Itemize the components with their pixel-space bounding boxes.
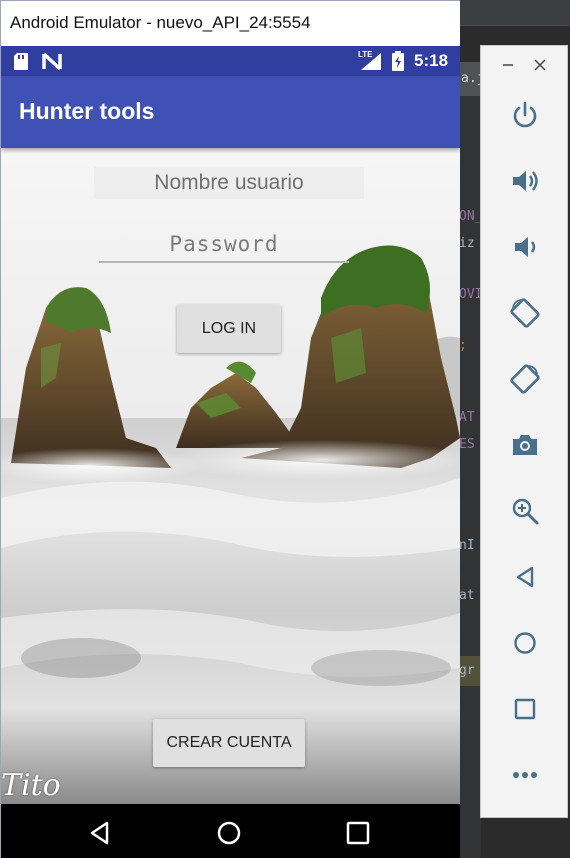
camera-icon[interactable] bbox=[500, 420, 550, 470]
close-icon[interactable] bbox=[529, 54, 551, 76]
zoom-icon[interactable] bbox=[500, 486, 550, 536]
emulator-title-bar[interactable]: Android Emulator - nuevo_API_24:5554 bbox=[1, 1, 460, 46]
back-icon[interactable] bbox=[500, 552, 550, 602]
ide-code-line: ES bbox=[459, 437, 475, 452]
photo-watermark: Tito bbox=[1, 768, 61, 803]
power-icon[interactable] bbox=[500, 90, 550, 140]
nav-back-icon[interactable] bbox=[87, 820, 113, 851]
rotate-right-icon[interactable] bbox=[500, 354, 550, 404]
sd-card-icon bbox=[14, 53, 28, 75]
more-icon[interactable] bbox=[500, 750, 550, 800]
volume-up-icon[interactable] bbox=[500, 156, 550, 206]
app-title: Hunter tools bbox=[19, 98, 155, 124]
nav-home-icon[interactable] bbox=[216, 820, 242, 851]
login-screen: Nombre usuario Password LOG IN CREAR CUE… bbox=[1, 148, 460, 804]
minimize-icon[interactable] bbox=[497, 54, 519, 76]
ide-code-line: iz bbox=[459, 236, 475, 251]
password-placeholder: Password bbox=[169, 232, 279, 256]
rotate-left-icon[interactable] bbox=[500, 288, 550, 338]
status-time: 5:18 bbox=[414, 51, 449, 70]
navigation-bar bbox=[1, 804, 460, 858]
username-placeholder: Nombre usuario bbox=[154, 171, 304, 194]
phone-screen: LTE 5:18 Hunter tools Nombre usuario Pas… bbox=[1, 46, 460, 858]
ide-code-line: ON_ bbox=[459, 209, 483, 224]
ide-code-line: OVI bbox=[459, 287, 483, 302]
ide-top-bar bbox=[459, 0, 570, 26]
ide-code-line: at bbox=[459, 588, 475, 603]
home-icon[interactable] bbox=[500, 618, 550, 668]
ide-code-line: ; bbox=[459, 338, 467, 353]
overview-icon[interactable] bbox=[500, 684, 550, 734]
login-button[interactable]: LOG IN bbox=[177, 305, 281, 353]
emulator-title: Android Emulator - nuevo_API_24:5554 bbox=[10, 13, 311, 32]
ide-code-line: nI bbox=[459, 538, 475, 553]
ide-code-line: AT bbox=[459, 410, 475, 425]
app-bar: Hunter tools bbox=[1, 76, 460, 148]
emulator-toolbar bbox=[480, 45, 568, 818]
status-bar: LTE 5:18 bbox=[1, 46, 460, 76]
username-input[interactable]: Nombre usuario bbox=[94, 167, 364, 199]
battery-icon bbox=[392, 51, 404, 76]
ide-editor-tab[interactable]: a.ja bbox=[459, 62, 481, 96]
signal-icon bbox=[361, 53, 381, 75]
notification-n-icon bbox=[42, 52, 62, 75]
emulator-window: Android Emulator - nuevo_API_24:5554 LTE… bbox=[0, 0, 460, 858]
ide-code-line: gr bbox=[459, 663, 475, 678]
password-input[interactable]: Password bbox=[99, 227, 349, 263]
nav-overview-icon[interactable] bbox=[346, 821, 370, 850]
volume-down-icon[interactable] bbox=[500, 222, 550, 272]
create-account-button[interactable]: CREAR CUENTA bbox=[153, 719, 305, 767]
